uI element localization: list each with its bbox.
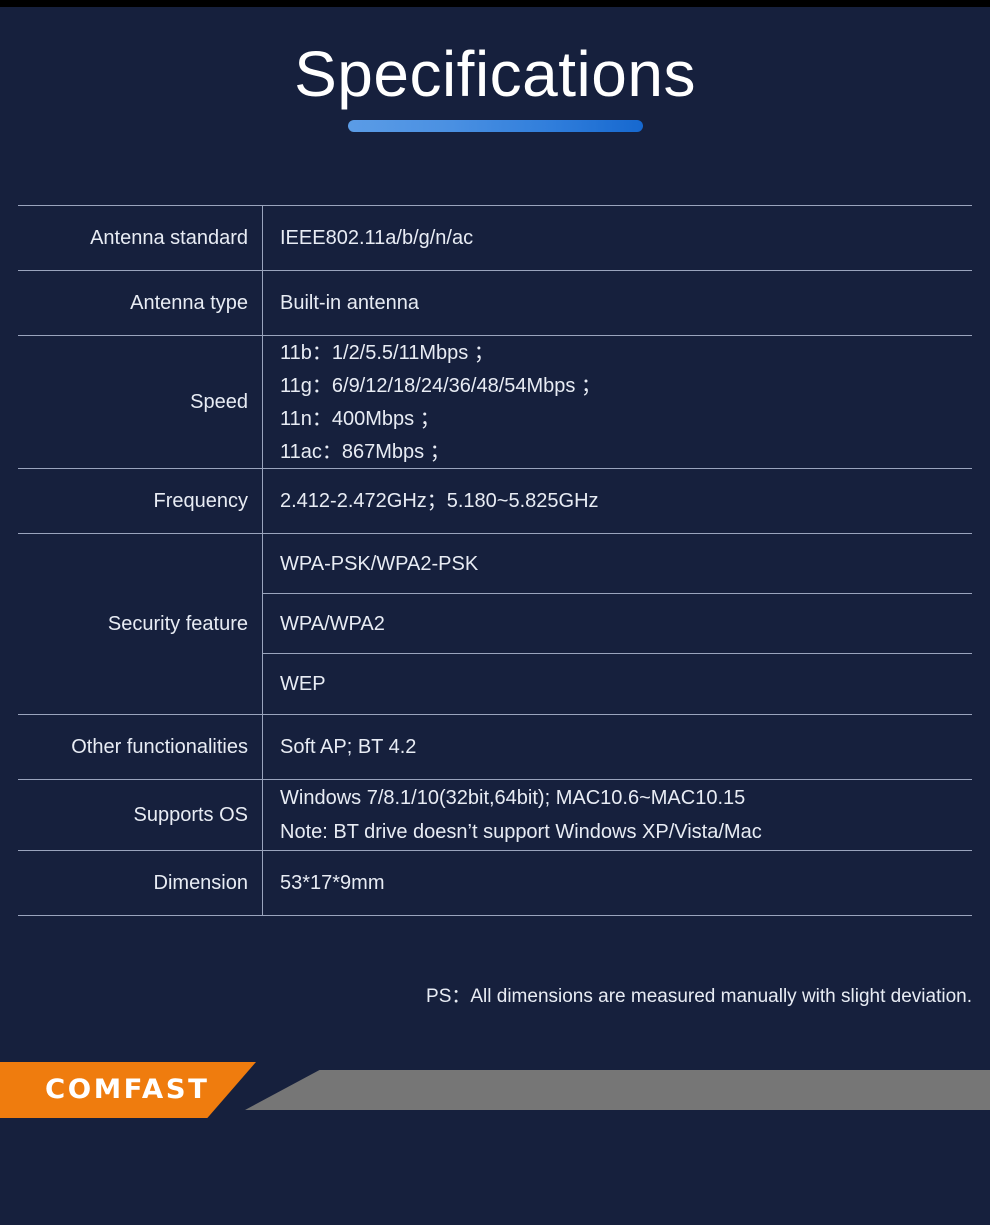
spec-value: Soft AP; BT 4.2 xyxy=(263,715,972,779)
spec-label: Other functionalities xyxy=(18,715,263,779)
spec-label: Frequency xyxy=(18,469,263,533)
top-black-strip xyxy=(0,0,990,7)
spec-value-line: WEP xyxy=(280,673,326,695)
spec-value-line: 2.412-2.472GHz；5.180~5.825GHz xyxy=(280,490,599,512)
page-title: Specifications xyxy=(294,38,696,110)
spec-value-line: 11g：6/9/12/18/24/36/48/54Mbps ； xyxy=(280,374,601,397)
spec-label: Supports OS xyxy=(18,780,263,850)
table-row: Frequency 2.412-2.472GHz；5.180~5.825GHz xyxy=(18,469,972,534)
spec-value: 53*17*9mm xyxy=(263,851,972,915)
spec-value: Built-in antenna xyxy=(263,271,972,335)
spec-label: Speed xyxy=(18,336,263,468)
page-header: Specifications xyxy=(0,7,990,192)
table-row: Antenna type Built-in antenna xyxy=(18,271,972,336)
table-row: Supports OS Windows 7/8.1/10(32bit,64bit… xyxy=(18,780,972,851)
spec-value: 11b：1/2/5.5/11Mbps ； 11g：6/9/12/18/24/36… xyxy=(263,336,972,468)
spec-value-line: WPA/WPA2 xyxy=(263,594,972,654)
brand-gray-banner xyxy=(245,1070,990,1110)
spec-value-line: Soft AP; BT 4.2 xyxy=(280,736,417,758)
spec-value: WPA-PSK/WPA2-PSK WPA/WPA2 WEP xyxy=(263,534,972,714)
title-underline-accent xyxy=(348,120,643,132)
spec-label: Dimension xyxy=(18,851,263,915)
table-footnote: PS：All dimensions are measured manually … xyxy=(426,986,972,1007)
table-row: Dimension 53*17*9mm xyxy=(18,851,972,916)
spec-value-line: WPA-PSK/WPA2-PSK xyxy=(263,534,972,594)
spec-value-line: 11n：400Mbps ； xyxy=(280,407,440,430)
spec-value-line: Windows 7/8.1/10(32bit,64bit); MAC10.6~M… xyxy=(280,787,746,809)
spec-value-line: IEEE802.11a/b/g/n/ac xyxy=(280,227,474,249)
spec-value-line: 11b：1/2/5.5/11Mbps ； xyxy=(280,341,494,364)
spec-label: Antenna standard xyxy=(18,206,263,270)
brand-footer: COMFAST xyxy=(0,1062,990,1118)
specifications-table: Antenna standard IEEE802.11a/b/g/n/ac An… xyxy=(18,205,972,916)
spec-value-line: Note: BT drive doesn’t support Windows X… xyxy=(280,821,762,843)
table-row: Other functionalities Soft AP; BT 4.2 xyxy=(18,715,972,780)
spec-label: Antenna type xyxy=(18,271,263,335)
spec-value-line: Built-in antenna xyxy=(280,292,419,314)
spec-value-line: 53*17*9mm xyxy=(280,872,385,894)
spec-value: Windows 7/8.1/10(32bit,64bit); MAC10.6~M… xyxy=(263,780,972,850)
table-row: Speed 11b：1/2/5.5/11Mbps ； 11g：6/9/12/18… xyxy=(18,336,972,469)
spec-value: IEEE802.11a/b/g/n/ac xyxy=(263,206,972,270)
specifications-page: Specifications Antenna standard IEEE802.… xyxy=(0,0,990,1225)
comfast-logo: COMFAST xyxy=(45,1074,210,1105)
spec-label: Security feature xyxy=(18,534,263,714)
table-row: Security feature WPA-PSK/WPA2-PSK WPA/WP… xyxy=(18,534,972,715)
spec-value: 2.412-2.472GHz；5.180~5.825GHz xyxy=(263,469,972,533)
spec-value-line: 11ac：867Mbps ； xyxy=(280,440,450,463)
table-row: Antenna standard IEEE802.11a/b/g/n/ac xyxy=(18,206,972,271)
